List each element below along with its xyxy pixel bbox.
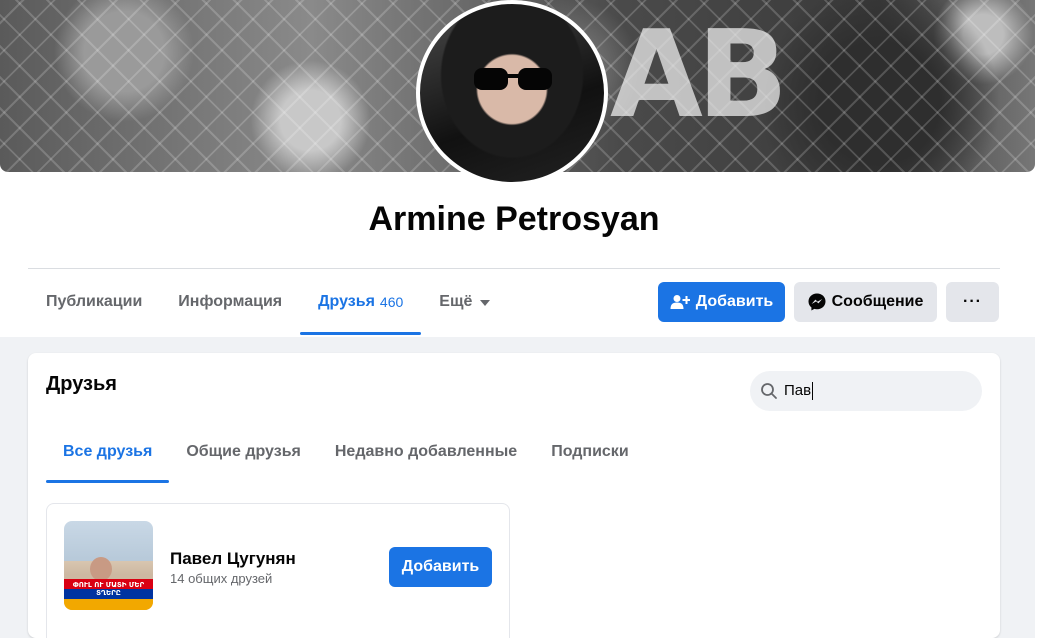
tab-all-friends[interactable]: Все друзья: [46, 421, 170, 483]
caret-down-icon: [480, 300, 491, 306]
message-label: Сообщение: [831, 293, 924, 310]
search-value: Пав: [784, 381, 814, 401]
tab-posts[interactable]: Публикации: [28, 270, 160, 334]
friends-count: 460: [379, 294, 404, 310]
tab-posts-label: Публикации: [46, 293, 143, 310]
add-friend-icon: [670, 295, 690, 309]
cover-graffiti: AB: [610, 6, 788, 145]
tab-recently-added-label: Недавно добавленные: [334, 443, 518, 460]
friends-search-input[interactable]: Пав: [750, 371, 982, 411]
profile-actions: Добавить Сообщение ···: [658, 282, 999, 322]
friends-filter-tabs: Все друзья Общие друзья Недавно добавлен…: [46, 421, 646, 485]
flag-stripe-orange: [64, 599, 153, 610]
tab-all-friends-label: Все друзья: [63, 443, 153, 460]
friend-face: [90, 557, 112, 581]
profile-avatar[interactable]: [416, 0, 608, 186]
tab-following[interactable]: Подписки: [534, 421, 645, 483]
friends-section-title: Друзья: [46, 373, 117, 395]
tab-recently-added[interactable]: Недавно добавленные: [318, 421, 534, 483]
friend-add-label: Добавить: [401, 558, 480, 575]
messenger-icon: [808, 293, 826, 311]
header-divider: [28, 268, 1000, 269]
tab-mutual-friends-label: Общие друзья: [186, 443, 301, 460]
sunglasses-graphic: [474, 68, 552, 90]
tab-mutual-friends[interactable]: Общие друзья: [169, 421, 318, 483]
add-friend-button[interactable]: Добавить: [658, 282, 785, 322]
tab-friends-label: Друзья: [318, 293, 375, 310]
tab-friends[interactable]: Друзья 460: [300, 270, 422, 335]
friend-avatar[interactable]: ՓՈՒԼ ՈՒ ՄԱՏԻ ՄԵՐ ՏՂԵՐԸ: [64, 521, 153, 610]
friend-mutual-count[interactable]: 14 общих друзей: [170, 571, 272, 586]
add-friend-label: Добавить: [695, 293, 774, 310]
friend-add-button[interactable]: Добавить: [389, 547, 492, 587]
tab-more-label: Ещё: [439, 293, 473, 310]
message-button[interactable]: Сообщение: [794, 282, 937, 322]
friend-name[interactable]: Павел Цугунян: [170, 549, 296, 569]
friend-photo-caption: ՓՈՒԼ ՈՒ ՄԱՏԻ ՄԵՐ ՏՂԵՐԸ: [72, 581, 145, 597]
profile-tabs: Публикации Информация Друзья 460 Ещё: [28, 270, 508, 336]
tab-about[interactable]: Информация: [160, 270, 300, 334]
profile-name: Armine Petrosyan: [368, 200, 660, 238]
tab-more[interactable]: Ещё: [421, 270, 508, 334]
search-icon: [761, 383, 777, 399]
tab-about-label: Информация: [178, 293, 283, 310]
more-dots-icon: ···: [963, 293, 982, 310]
tab-following-label: Подписки: [551, 443, 629, 460]
more-options-button[interactable]: ···: [946, 282, 999, 322]
